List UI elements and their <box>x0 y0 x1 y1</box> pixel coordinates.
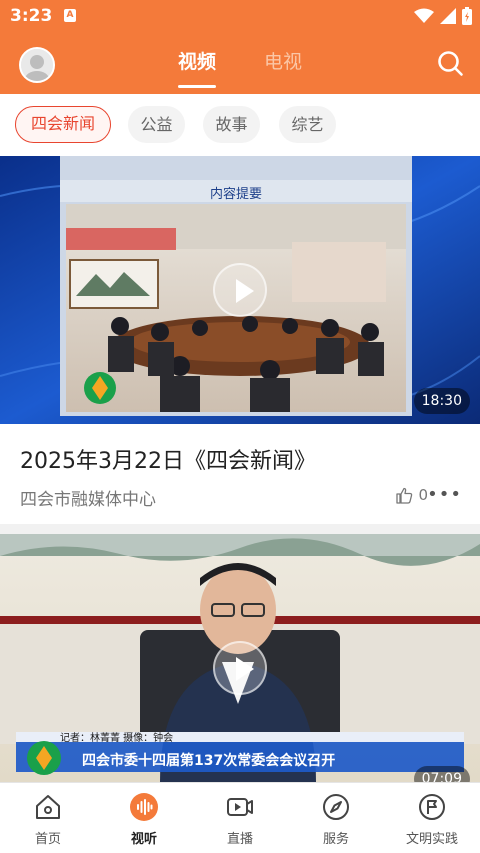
top-tabs: 视频 电视 <box>0 32 480 94</box>
category-stories[interactable]: 故事 <box>203 106 260 143</box>
notification-badge: A <box>64 9 76 22</box>
nav-services[interactable]: 服务 <box>288 783 384 853</box>
news-headline-caption: 四会市委十四届第137次常委会会议召开 <box>82 752 335 769</box>
video-thumbnail[interactable]: 记者：林菁菁 摄像：钟会 四会市委十四届第137次常委会会议召开 07:09 <box>0 534 480 782</box>
nav-live-label: 直播 <box>226 832 253 847</box>
category-sihui-news[interactable]: 四会新闻 <box>15 106 111 143</box>
video-thumbnail[interactable]: 内容提要 18:30 <box>0 156 480 424</box>
like-button[interactable]: 0 <box>396 486 428 504</box>
video-duration: 18:30 <box>413 388 470 414</box>
card-separator <box>0 524 480 534</box>
live-icon <box>227 798 253 816</box>
category-variety[interactable]: 综艺 <box>279 106 336 143</box>
thumbnail-caption: 内容提要 <box>210 186 262 202</box>
video-card[interactable]: 内容提要 18:30 2025年3月22日《四会新闻》 四会市融媒体中心 0 •… <box>0 156 480 534</box>
nav-home[interactable]: 首页 <box>0 783 96 853</box>
video-duration: 07:09 <box>413 766 470 782</box>
audio-video-icon <box>130 793 158 821</box>
compass-icon <box>323 794 349 820</box>
nav-civilization-practice-label: 文明实践 <box>405 832 458 847</box>
nav-live[interactable]: 直播 <box>192 783 288 853</box>
battery-icon <box>462 7 472 25</box>
category-bar: 四会新闻 公益 故事 综艺 <box>0 94 480 156</box>
video-card[interactable]: 记者：林菁菁 摄像：钟会 四会市委十四届第137次常委会会议召开 07:09 <box>0 534 480 782</box>
nav-civilization-practice[interactable]: 文明实践 <box>384 783 480 853</box>
tab-video[interactable]: 视频 <box>177 32 216 94</box>
home-icon <box>36 795 60 819</box>
category-charity[interactable]: 公益 <box>128 106 185 143</box>
status-bar: 3:23 A <box>0 0 480 32</box>
bottom-navigation: 首页 视听 直播 服务 文明实践 <box>0 782 480 853</box>
play-button[interactable] <box>213 263 267 317</box>
thumbs-up-icon <box>396 487 413 504</box>
search-icon[interactable] <box>436 49 464 77</box>
nav-audio-video-label: 视听 <box>130 832 157 847</box>
signal-icon <box>440 8 456 24</box>
nav-services-label: 服务 <box>322 832 349 847</box>
nav-home-label: 首页 <box>34 832 61 847</box>
status-time: 3:23 <box>10 6 53 26</box>
reporter-credit: 记者：林菁菁 摄像：钟会 <box>60 731 173 744</box>
tab-tv[interactable]: 电视 <box>264 32 302 94</box>
more-options-icon[interactable]: ••• <box>427 484 462 505</box>
nav-audio-video[interactable]: 视听 <box>96 783 192 853</box>
play-button[interactable] <box>213 641 267 695</box>
top-bar: 3:23 A 视频 电视 <box>0 0 480 94</box>
wifi-icon <box>414 8 434 23</box>
video-title[interactable]: 2025年3月22日《四会新闻》 <box>20 443 316 475</box>
flag-icon <box>419 794 445 820</box>
header: 视频 电视 <box>0 32 480 94</box>
system-icons <box>414 7 472 25</box>
video-source: 四会市融媒体中心 <box>20 490 156 510</box>
